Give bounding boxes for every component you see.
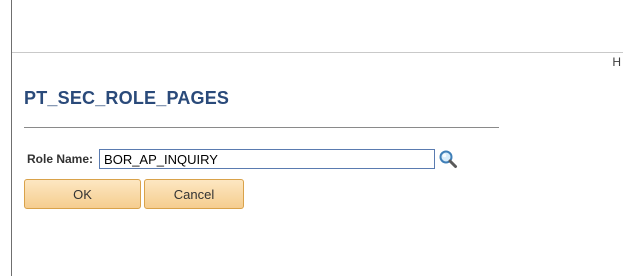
header-band (12, 0, 623, 53)
role-name-label: Role Name: (27, 152, 94, 166)
ok-button[interactable]: OK (24, 179, 141, 209)
role-name-input[interactable] (99, 149, 436, 169)
lookup-icon[interactable] (438, 149, 458, 169)
button-row: OK Cancel (24, 179, 244, 209)
title-divider (24, 127, 499, 128)
magnifier-icon (439, 150, 458, 168)
cancel-button[interactable]: Cancel (144, 179, 244, 209)
page-container: H PT_SEC_ROLE_PAGES Role Name: OK Cancel (0, 0, 623, 276)
role-name-row: Role Name: (27, 148, 458, 170)
header-link[interactable]: H (612, 55, 621, 69)
left-frame-border (0, 0, 12, 276)
page-title: PT_SEC_ROLE_PAGES (24, 88, 230, 108)
